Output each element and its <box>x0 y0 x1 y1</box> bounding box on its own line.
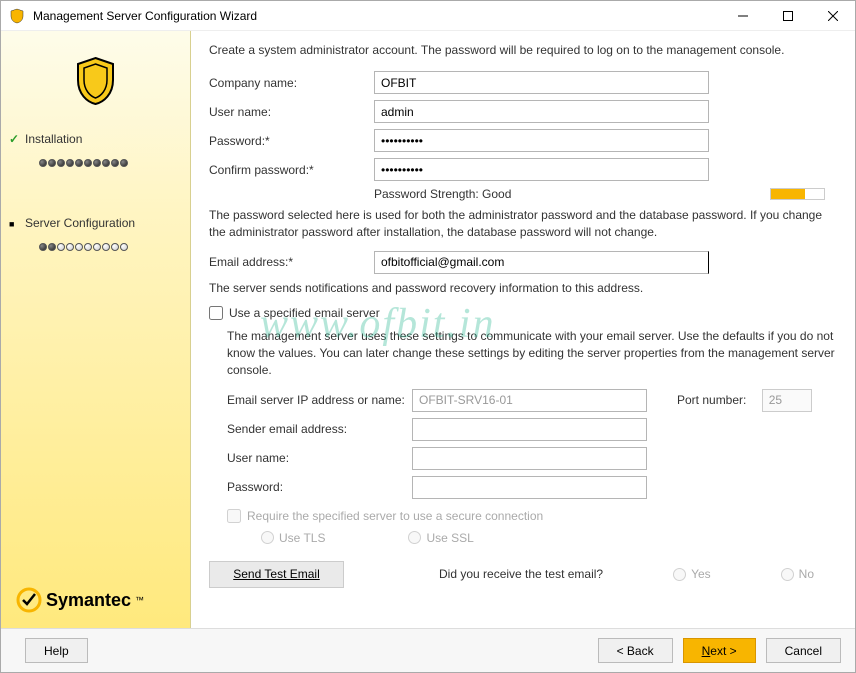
company-name-input[interactable] <box>374 71 709 94</box>
use-specified-server-checkbox[interactable] <box>209 306 223 320</box>
intro-text: Create a system administrator account. T… <box>209 43 835 57</box>
app-icon <box>9 8 25 24</box>
server-username-input[interactable] <box>412 447 647 470</box>
port-label: Port number: <box>677 393 746 407</box>
server-note: The management server uses these setting… <box>227 328 835 378</box>
sender-email-label: Sender email address: <box>227 422 412 436</box>
symantec-brand-text: Symantec <box>46 590 131 611</box>
server-password-input[interactable] <box>412 476 647 499</box>
symantec-check-icon <box>16 587 42 613</box>
window-controls <box>720 1 855 30</box>
next-button[interactable]: Next > <box>683 638 756 663</box>
password-strength-label: Password Strength: Good <box>374 187 511 201</box>
email-server-ip-input[interactable] <box>412 389 647 412</box>
port-input[interactable] <box>762 389 812 412</box>
wizard-window: Management Server Configuration Wizard I… <box>0 0 856 673</box>
step-server-configuration: Server Configuration <box>1 210 190 236</box>
use-ssl-radio[interactable] <box>408 531 421 544</box>
step-label: Installation <box>25 132 82 146</box>
server-username-label: User name: <box>227 451 412 465</box>
window-title: Management Server Configuration Wizard <box>33 9 720 23</box>
test-question: Did you receive the test email? <box>439 567 603 581</box>
titlebar: Management Server Configuration Wizard <box>1 1 855 31</box>
help-button[interactable]: Help <box>25 638 88 663</box>
use-specified-server-label: Use a specified email server <box>229 306 380 320</box>
email-input[interactable] <box>374 251 709 274</box>
use-ssl-label: Use SSL <box>426 531 473 545</box>
password-label: Password:* <box>209 134 374 148</box>
server-config-progress <box>1 236 190 264</box>
sidebar: Installation Server Configuration Symant… <box>1 31 191 628</box>
secure-connection-checkbox[interactable] <box>227 509 241 523</box>
password-note: The password selected here is used for b… <box>209 207 835 241</box>
email-label: Email address:* <box>209 255 374 269</box>
send-test-email-button[interactable]: Send Test Email <box>209 561 344 588</box>
maximize-button[interactable] <box>765 1 810 30</box>
installation-progress <box>1 152 190 180</box>
use-tls-label: Use TLS <box>279 531 325 545</box>
back-button[interactable]: < Back <box>598 638 673 663</box>
cancel-button[interactable]: Cancel <box>766 638 841 663</box>
use-tls-radio[interactable] <box>261 531 274 544</box>
test-yes-label: Yes <box>691 567 711 581</box>
close-button[interactable] <box>810 1 855 30</box>
sender-email-input[interactable] <box>412 418 647 441</box>
test-no-label: No <box>799 567 814 581</box>
main-area: Installation Server Configuration Symant… <box>1 31 855 628</box>
symantec-logo: Symantec™ <box>16 587 144 613</box>
password-strength-bar <box>770 188 825 200</box>
user-name-input[interactable] <box>374 100 709 123</box>
user-name-label: User name: <box>209 105 374 119</box>
confirm-password-label: Confirm password:* <box>209 163 374 177</box>
content-panel: Create a system administrator account. T… <box>191 31 855 628</box>
secure-connection-label: Require the specified server to use a se… <box>247 509 543 523</box>
email-note: The server sends notifications and passw… <box>209 280 835 297</box>
email-server-ip-label: Email server IP address or name: <box>227 393 412 407</box>
company-name-label: Company name: <box>209 76 374 90</box>
server-password-label: Password: <box>227 480 412 494</box>
step-installation: Installation <box>1 126 190 152</box>
step-label: Server Configuration <box>25 216 135 230</box>
test-no-radio[interactable] <box>781 568 794 581</box>
minimize-button[interactable] <box>720 1 765 30</box>
test-yes-radio[interactable] <box>673 568 686 581</box>
footer: Help < Back Next > Cancel <box>1 628 855 672</box>
password-input[interactable] <box>374 129 709 152</box>
shield-icon <box>73 56 118 106</box>
confirm-password-input[interactable] <box>374 158 709 181</box>
